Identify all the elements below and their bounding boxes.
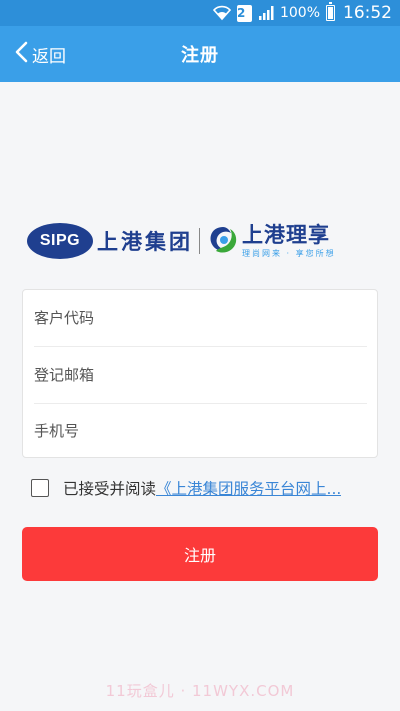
battery-icon — [326, 2, 335, 21]
watermark: 11玩盒儿 · 11WYX.COM — [105, 682, 295, 700]
agreement-text: 已接受并阅读 — [63, 480, 157, 498]
brand-block: 上港理享 理尚网来 · 享您所想 — [242, 224, 336, 259]
back-button[interactable]: 返回 — [14, 26, 66, 82]
sipg-chinese-name: 上港集团 — [97, 230, 193, 254]
customer-code-row — [23, 290, 367, 346]
app-header: 返回 注册 — [0, 26, 400, 82]
register-button[interactable]: 注册 — [22, 527, 378, 581]
battery-percent: 100% — [279, 5, 320, 21]
swirl-logo-icon — [206, 224, 240, 258]
email-input[interactable] — [34, 365, 367, 384]
back-label: 返回 — [32, 46, 66, 67]
brand-slogan: 理尚网来 · 享您所想 — [242, 248, 336, 258]
register-form — [22, 289, 378, 458]
clock: 16:52 — [343, 3, 392, 23]
email-row — [34, 346, 367, 402]
agreement-row: 已接受并阅读 《上港集团服务平台网上... — [31, 476, 391, 500]
sim-badge: 2 — [236, 4, 252, 22]
phone-input[interactable] — [34, 422, 367, 441]
agreement-link[interactable]: 《上港集团服务平台网上... — [156, 477, 341, 499]
logo-divider — [199, 228, 200, 254]
customer-code-input[interactable] — [34, 309, 367, 328]
brand-name: 上港理享 — [242, 222, 330, 247]
signal-icon — [258, 5, 274, 21]
status-bar: 2 100% 16:52 — [0, 0, 400, 26]
phone-row — [34, 402, 367, 459]
chevron-left-icon — [14, 41, 32, 68]
logo: SIPG 上港集团 上港理享 理尚网来 · 享您所想 — [27, 216, 377, 266]
sipg-logo-mark: SIPG — [27, 223, 93, 259]
wifi-icon — [212, 5, 231, 21]
agreement-checkbox[interactable] — [31, 479, 49, 497]
page-title: 注册 — [181, 45, 219, 66]
